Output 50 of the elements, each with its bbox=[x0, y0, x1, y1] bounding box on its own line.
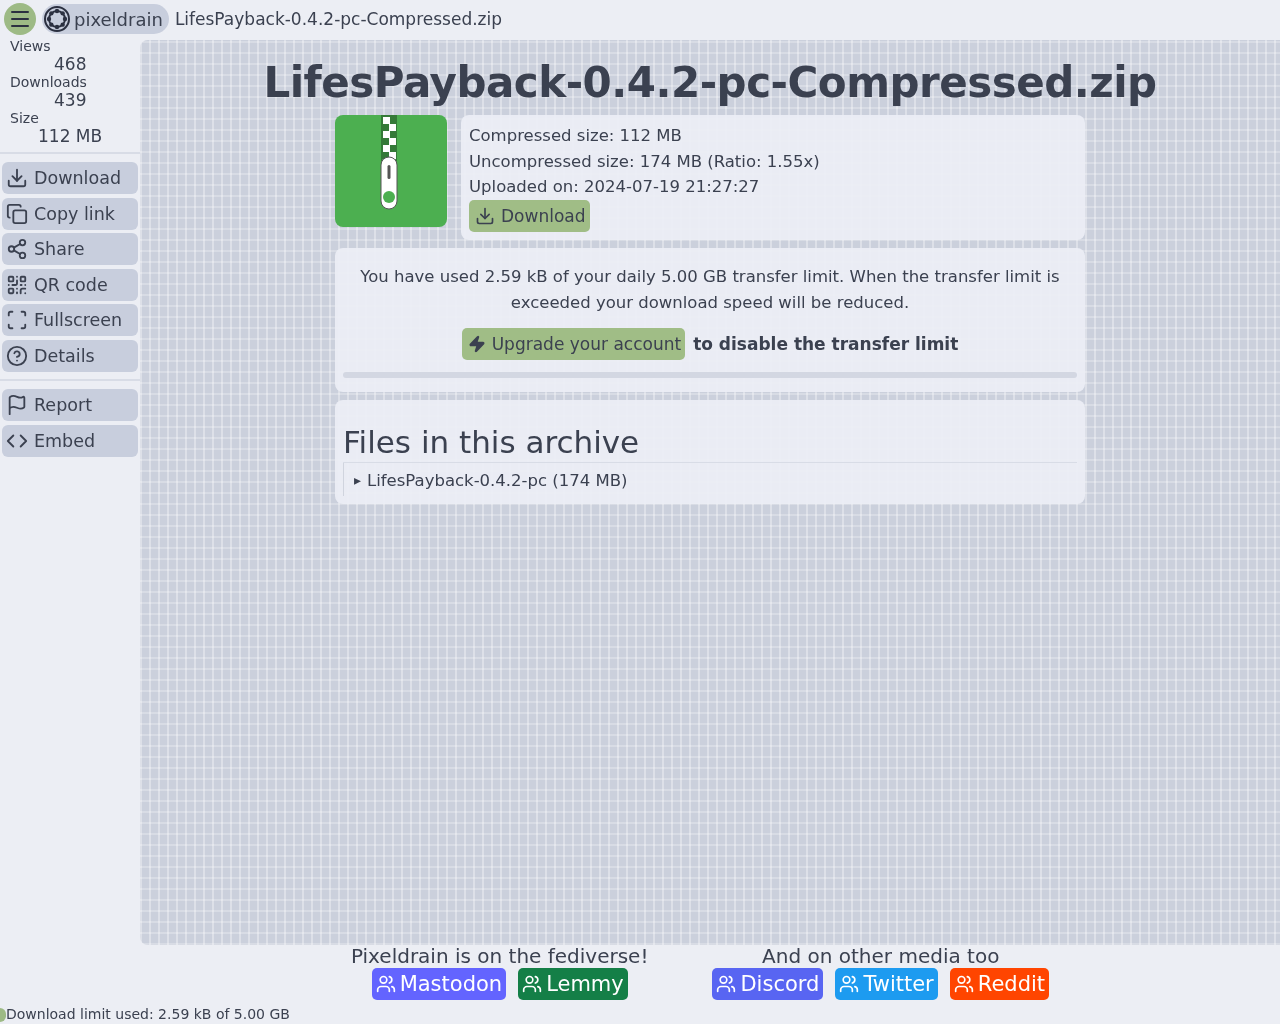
stat-value: 439 bbox=[53, 90, 88, 110]
transfer-limit-message: You have used 2.59 kB of your daily 5.00 GB transfer limit. When the transfer limit is exceeded your download speed will be reduced. bbox=[359, 265, 1061, 314]
brand-button[interactable]: pixeldrain bbox=[42, 4, 169, 34]
footer-heading: And on other media too bbox=[762, 944, 1000, 968]
social-link[interactable]: Discord bbox=[712, 968, 824, 1000]
fullscreen-icon bbox=[6, 309, 28, 331]
help-icon bbox=[6, 344, 28, 367]
people-icon bbox=[953, 974, 974, 994]
file-info-line: Uploaded on: 2024-07-19 21:27:27 bbox=[469, 176, 761, 198]
sidebar-button[interactable]: Embed bbox=[2, 424, 138, 457]
sidebar-button[interactable]: Copy link bbox=[2, 197, 138, 230]
file-name: LifesPayback-0.4.2-pc-Compressed.zip bbox=[174, 9, 503, 29]
sidebar-button[interactable]: Download bbox=[2, 162, 138, 194]
download-button[interactable]: Download bbox=[469, 199, 590, 232]
stat-label: Size bbox=[10, 110, 40, 126]
stat-label: Downloads bbox=[10, 74, 88, 90]
bearing-logo-icon bbox=[44, 6, 70, 32]
social-link[interactable]: Lemmy bbox=[518, 968, 628, 1000]
file-title: LifesPayback-0.4.2-pc-Compressed.zip bbox=[263, 58, 1157, 107]
download-icon bbox=[6, 167, 28, 189]
file-info-line: Uncompressed size: 174 MB (Ratio: 1.55x) bbox=[469, 150, 821, 173]
upgrade-note: to disable the transfer limit bbox=[693, 333, 959, 354]
share-icon bbox=[6, 238, 28, 260]
copy-icon bbox=[6, 202, 28, 225]
qr-code-icon bbox=[6, 273, 28, 296]
social-link[interactable]: Mastodon bbox=[371, 968, 507, 1000]
menu-button[interactable] bbox=[4, 3, 36, 35]
people-icon bbox=[716, 974, 737, 994]
download-icon bbox=[475, 205, 495, 226]
flag-icon bbox=[6, 394, 28, 416]
sidebar-button[interactable]: QR code bbox=[2, 268, 138, 301]
footer-heading: Pixeldrain is on the fediverse! bbox=[350, 944, 649, 968]
people-icon bbox=[522, 974, 543, 994]
archive-heading: Files in this archive bbox=[343, 423, 1077, 463]
file-info-line: Compressed size: 112 MB bbox=[469, 125, 683, 147]
social-link[interactable]: Reddit bbox=[949, 968, 1050, 1000]
download-limit-text: Download limit used: 2.59 kB of 5.00 GB bbox=[5, 1006, 290, 1022]
sidebar-button[interactable]: Report bbox=[2, 389, 138, 421]
lightning-icon bbox=[467, 334, 486, 353]
zip-file-icon bbox=[335, 115, 447, 227]
archive-entry[interactable]: ▸ LifesPayback-0.4.2-pc (174 MB) bbox=[343, 462, 1077, 496]
sidebar-button[interactable]: Details bbox=[2, 339, 138, 372]
stat-value: 468 bbox=[53, 54, 88, 74]
upgrade-button[interactable]: Upgrade your account bbox=[461, 327, 686, 360]
people-icon bbox=[839, 974, 860, 994]
sidebar-button[interactable]: Fullscreen bbox=[2, 304, 138, 336]
people-icon bbox=[375, 974, 396, 994]
stat-label: Views bbox=[10, 38, 52, 54]
sidebar-button[interactable]: Share bbox=[2, 233, 138, 265]
stat-value: 112 MB bbox=[37, 126, 104, 146]
